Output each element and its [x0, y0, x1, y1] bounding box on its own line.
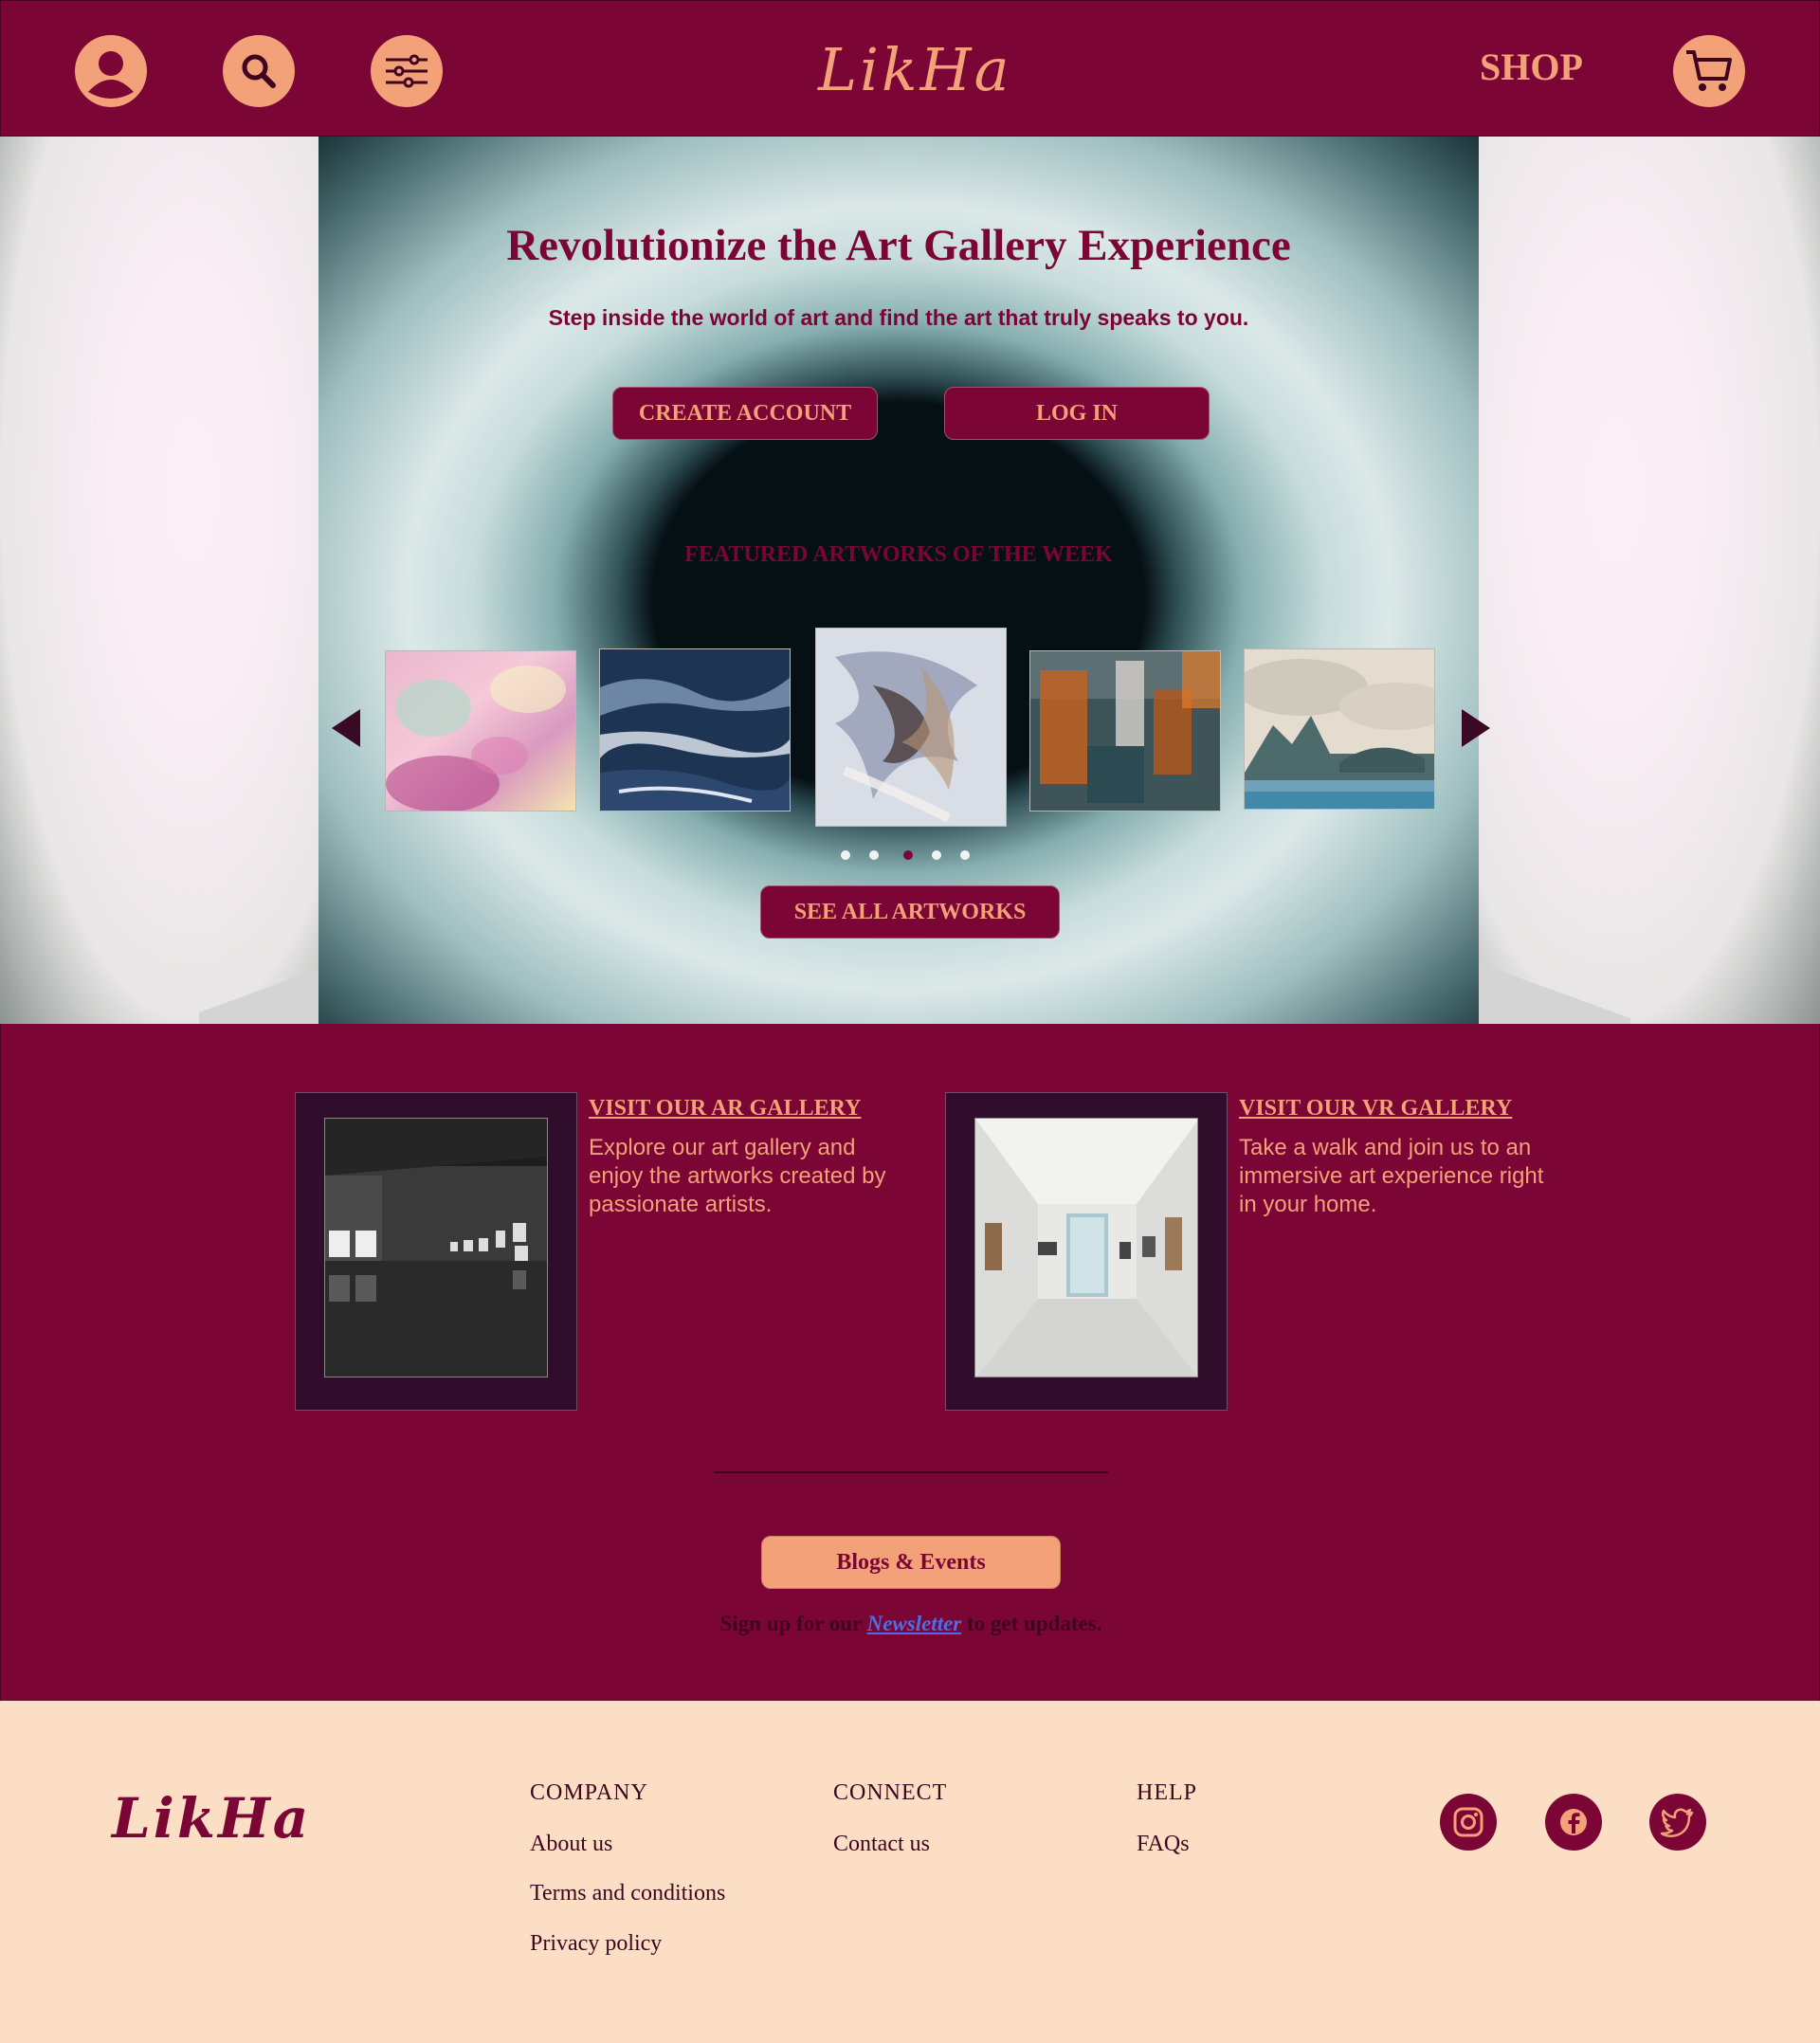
footer-logo[interactable]: LikHa — [112, 1786, 311, 1851]
carousel-dot[interactable] — [841, 850, 850, 860]
site-logo[interactable]: LikHa — [818, 29, 1010, 111]
ar-gallery-frame[interactable] — [295, 1092, 577, 1411]
hero-title: Revolutionize the Art Gallery Experience — [506, 221, 1291, 270]
featured-heading: FEATURED ARTWORKS OF THE WEEK — [684, 542, 1113, 567]
header: LikHa SHOP — [0, 0, 1820, 137]
artwork-thumbnail[interactable] — [1029, 650, 1221, 812]
carousel-prev-arrow-icon[interactable] — [332, 709, 360, 747]
carousel-dot-active[interactable] — [903, 850, 913, 860]
artwork-thumbnail[interactable] — [1235, 648, 1453, 810]
gallery-wall-left — [0, 137, 318, 1024]
footer-heading-help: HELP — [1137, 1780, 1197, 1805]
footer-link-privacy[interactable]: Privacy policy — [530, 1931, 662, 1957]
ar-gallery-photo — [324, 1118, 548, 1377]
shop-link[interactable]: SHOP — [1480, 45, 1583, 89]
see-all-artworks-button[interactable]: SEE ALL ARTWORKS — [760, 885, 1060, 939]
floor-right — [1479, 958, 1630, 1024]
ar-gallery-description: Explore our art gallery and enjoy the ar… — [589, 1135, 886, 1217]
ar-gallery-link[interactable]: VISIT OUR AR GALLERY — [589, 1096, 861, 1122]
footer-link-faqs[interactable]: FAQs — [1137, 1832, 1190, 1857]
section-divider — [714, 1471, 1108, 1473]
artwork-thumbnail[interactable] — [385, 650, 576, 812]
create-account-button[interactable]: CREATE ACCOUNT — [612, 387, 878, 440]
newsletter-suffix: to get updates. — [967, 1612, 1102, 1635]
gallery-section: VISIT OUR AR GALLERY Explore our art gal… — [0, 1024, 1820, 1701]
carousel-dot[interactable] — [960, 850, 970, 860]
vr-gallery-photo — [974, 1118, 1198, 1377]
artwork-thumbnail[interactable] — [599, 648, 791, 812]
filter-icon[interactable] — [371, 35, 443, 107]
hero-section: Revolutionize the Art Gallery Experience… — [0, 137, 1820, 1024]
hero-subtitle: Step inside the world of art and find th… — [548, 305, 1249, 330]
newsletter-text: Sign up for our Newsletter to get update… — [1, 1612, 1820, 1636]
user-icon[interactable] — [75, 35, 147, 107]
carousel-next-arrow-icon[interactable] — [1462, 709, 1490, 747]
newsletter-link[interactable]: Newsletter — [867, 1612, 962, 1635]
cart-icon[interactable] — [1673, 35, 1745, 107]
newsletter-prefix: Sign up for our — [719, 1612, 862, 1635]
vr-gallery-link[interactable]: VISIT OUR VR GALLERY — [1239, 1096, 1512, 1122]
carousel-dot[interactable] — [932, 850, 941, 860]
footer: LikHa COMPANY About us Terms and conditi… — [0, 1701, 1820, 2043]
gallery-wall-right — [1479, 137, 1820, 1024]
twitter-icon[interactable] — [1649, 1794, 1706, 1851]
footer-heading-connect: CONNECT — [833, 1780, 948, 1805]
facebook-icon[interactable] — [1545, 1794, 1602, 1851]
carousel-dot[interactable] — [869, 850, 879, 860]
hero-stage: Revolutionize the Art Gallery Experience… — [318, 137, 1490, 1024]
footer-link-terms[interactable]: Terms and conditions — [530, 1881, 725, 1906]
footer-heading-company: COMPANY — [530, 1780, 648, 1805]
blogs-events-button[interactable]: Blogs & Events — [761, 1536, 1061, 1589]
login-button[interactable]: LOG IN — [944, 387, 1210, 440]
footer-link-contact[interactable]: Contact us — [833, 1832, 930, 1857]
search-icon[interactable] — [223, 35, 295, 107]
artwork-thumbnail[interactable] — [815, 628, 1007, 827]
vr-gallery-frame[interactable] — [945, 1092, 1228, 1411]
floor-left — [199, 958, 318, 1024]
vr-gallery-description: Take a walk and join us to an immersive … — [1239, 1135, 1544, 1217]
instagram-icon[interactable] — [1440, 1794, 1497, 1851]
footer-link-about[interactable]: About us — [530, 1832, 612, 1857]
